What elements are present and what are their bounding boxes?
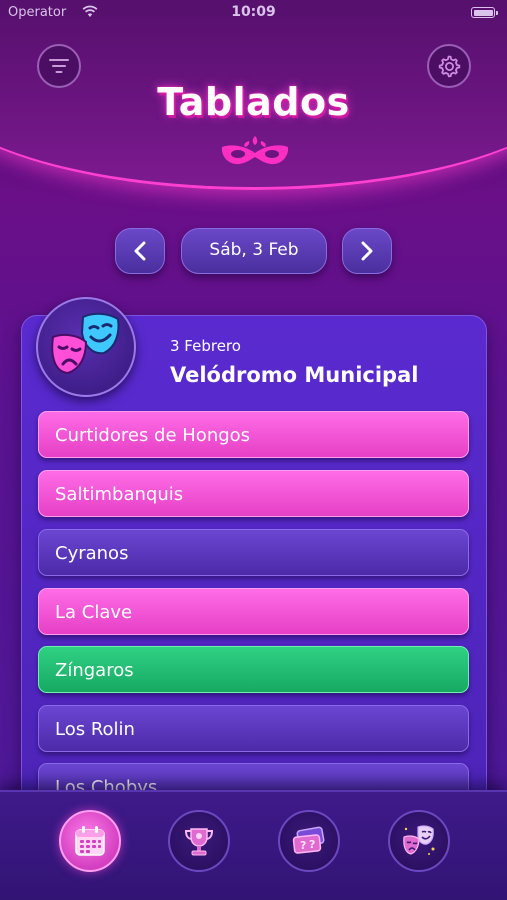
tab-tickets[interactable]: ? ? <box>278 810 340 872</box>
app-screen: Operator 10:09 Tablados Sáb, 3 Feb 3 Feb… <box>0 0 507 900</box>
trophy-icon <box>184 828 214 856</box>
app-title: Tablados <box>157 80 350 124</box>
status-bar: Operator 10:09 <box>0 0 507 26</box>
chevron-left-icon <box>134 241 146 261</box>
venue-name: Velódromo Municipal <box>170 363 419 387</box>
gear-icon <box>438 55 461 78</box>
svg-text:?: ? <box>300 839 306 852</box>
battery-icon <box>471 7 498 18</box>
svg-text:?: ? <box>309 838 315 851</box>
theater-masks-icon <box>403 825 435 855</box>
group-row[interactable]: Zíngaros <box>38 646 469 693</box>
calendar-icon <box>75 826 105 856</box>
group-row[interactable]: Curtidores de Hongos <box>38 411 469 458</box>
group-row[interactable]: Cyranos <box>38 529 469 576</box>
group-row[interactable]: La Clave <box>38 588 469 635</box>
tab-calendar[interactable] <box>59 810 121 872</box>
current-date-button[interactable]: Sáb, 3 Feb <box>181 228 327 274</box>
tab-trophy[interactable] <box>168 810 230 872</box>
tab-masks[interactable] <box>388 810 450 872</box>
previous-day-button[interactable] <box>115 228 165 274</box>
venue-date: 3 Febrero <box>170 337 241 355</box>
venue-avatar <box>36 297 136 397</box>
group-row[interactable]: Los Rolin <box>38 705 469 752</box>
filter-icon <box>49 59 69 73</box>
tickets-icon: ? ? <box>292 826 325 854</box>
theater-masks-icon <box>51 312 120 375</box>
carnival-mask-icon <box>219 133 291 171</box>
status-time: 10:09 <box>231 4 276 20</box>
chevron-right-icon <box>361 241 373 261</box>
next-day-button[interactable] <box>342 228 392 274</box>
group-row[interactable]: Saltimbanquis <box>38 470 469 517</box>
